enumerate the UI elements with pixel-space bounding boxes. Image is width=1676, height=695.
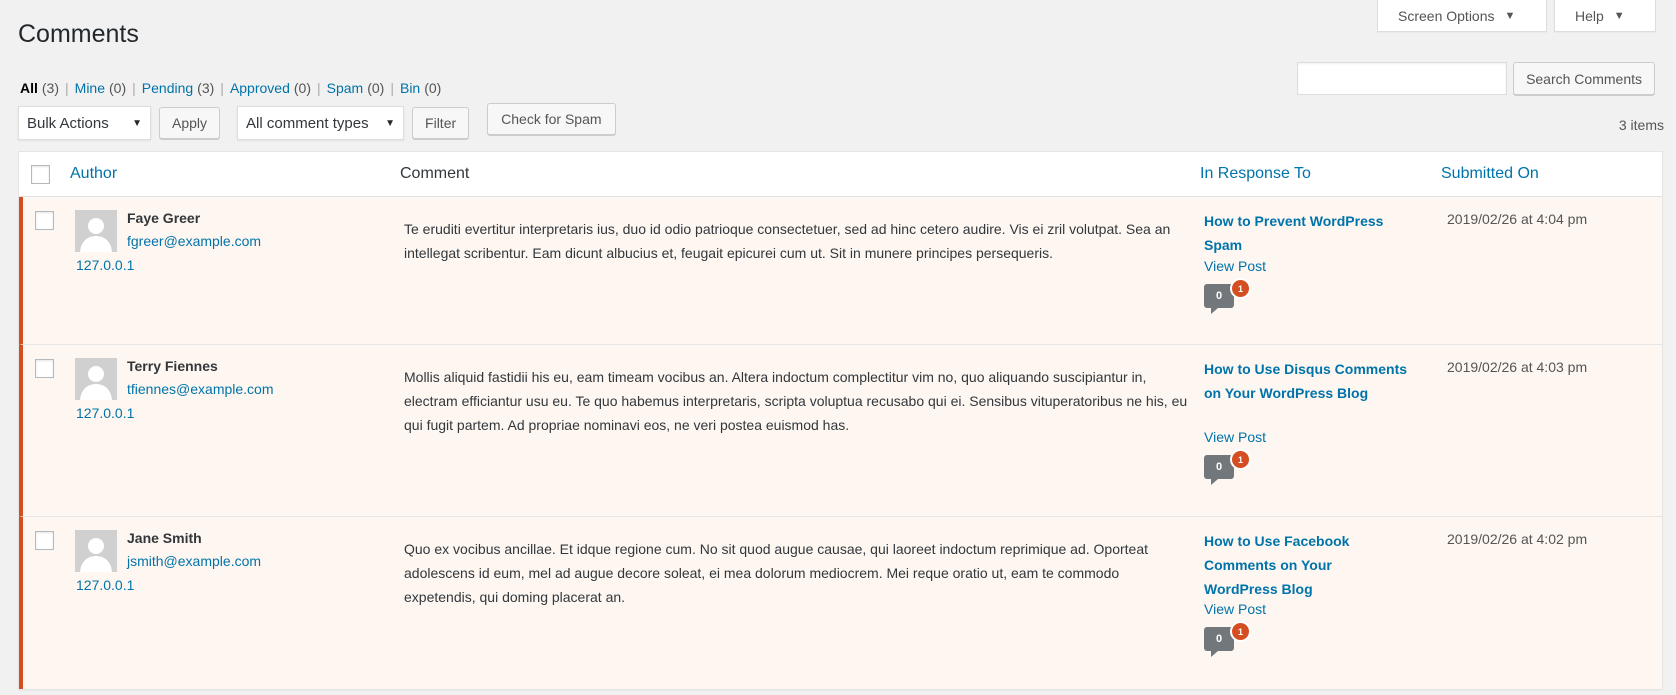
author-ip-link[interactable]: 127.0.0.1 (76, 577, 134, 593)
status-count: (3) (197, 80, 215, 96)
view-post-link[interactable]: View Post (1204, 601, 1266, 617)
view-post-link[interactable]: View Post (1204, 258, 1266, 274)
table-header: Author Comment In Response To Submitted … (19, 152, 1662, 197)
column-submitted-on[interactable]: Submitted On (1441, 165, 1539, 183)
search-box: Search Comments (1297, 62, 1655, 95)
status-count: (0) (293, 80, 311, 96)
status-link-label[interactable]: Mine (75, 80, 105, 96)
author-email-link[interactable]: fgreer@example.com (127, 233, 261, 249)
avatar-placeholder-icon (75, 210, 117, 252)
status-count: (0) (367, 80, 385, 96)
comments-table: Author Comment In Response To Submitted … (18, 151, 1663, 690)
caret-down-icon: ▼ (1613, 9, 1625, 22)
comment-type-select[interactable]: All comment types ▼ (237, 106, 405, 140)
status-filter-links: All (3) | Mine (0) | Pending (3) | Appro… (20, 80, 441, 96)
table-row: Jane Smith jsmith@example.com 127.0.0.1 … (19, 517, 1662, 689)
status-count: (0) (424, 80, 442, 96)
check-for-spam-button[interactable]: Check for Spam (487, 103, 616, 135)
separator: | (65, 80, 69, 96)
dropdown-arrow-icon: ▼ (385, 117, 396, 129)
status-link-label[interactable]: Approved (230, 80, 290, 96)
table-row: Faye Greer fgreer@example.com 127.0.0.1 … (19, 197, 1662, 345)
column-in-response-to[interactable]: In Response To (1200, 165, 1311, 183)
status-link-pending[interactable]: Pending (3) (142, 80, 215, 96)
search-input[interactable] (1297, 62, 1508, 95)
screen-meta-links: Screen Options ▼ Help ▼ (1377, 0, 1656, 32)
help-button[interactable]: Help ▼ (1554, 0, 1656, 32)
bulk-actions-select[interactable]: Bulk Actions ▼ (18, 106, 151, 140)
page-title: Comments (18, 20, 139, 48)
separator: | (390, 80, 394, 96)
submitted-date: 2019/02/26 at 4:02 pm (1447, 531, 1588, 547)
separator: | (132, 80, 136, 96)
view-post-link[interactable]: View Post (1204, 429, 1266, 445)
author-name: Jane Smith (127, 530, 202, 546)
avatar (75, 530, 117, 572)
post-title-link[interactable]: How to Use Disqus Comments on Your WordP… (1204, 357, 1409, 405)
status-link-approved[interactable]: Approved (0) (230, 80, 311, 96)
search-comments-button[interactable]: Search Comments (1513, 62, 1655, 95)
avatar-placeholder-icon (75, 358, 117, 400)
row-checkbox[interactable] (35, 359, 54, 378)
status-link-label[interactable]: Spam (327, 80, 364, 96)
comment-text: Quo ex vocibus ancillae. Et idque region… (404, 541, 1148, 605)
comment-count-bubble[interactable]: 0 1 (1204, 278, 1264, 316)
status-link-label[interactable]: Bin (400, 80, 420, 96)
status-link-mine[interactable]: Mine (0) (75, 80, 126, 96)
author-name: Terry Fiennes (127, 358, 218, 374)
status-count: (0) (109, 80, 127, 96)
post-title-link[interactable]: How to Prevent WordPress Spam (1204, 209, 1409, 257)
items-count: 3 items (1618, 117, 1664, 133)
submitted-date: 2019/02/26 at 4:04 pm (1447, 211, 1588, 227)
author-ip-link[interactable]: 127.0.0.1 (76, 405, 134, 421)
apply-button[interactable]: Apply (159, 107, 221, 139)
comment-text: Mollis aliquid fastidii his eu, eam time… (404, 369, 1188, 433)
comment-count-bubble[interactable]: 0 1 (1204, 621, 1264, 659)
comment-text: Te eruditi evertitur interpretaris ius, … (404, 221, 1171, 261)
row-checkbox[interactable] (35, 211, 54, 230)
status-link-all[interactable]: All (3) (20, 80, 59, 96)
separator: | (317, 80, 321, 96)
table-row: Terry Fiennes tfiennes@example.com 127.0… (19, 345, 1662, 517)
avatar (75, 210, 117, 252)
comment-count-bubble[interactable]: 0 1 (1204, 449, 1264, 487)
avatar-placeholder-icon (75, 530, 117, 572)
column-comment: Comment (400, 165, 470, 182)
comment-type-value: All comment types (246, 114, 369, 132)
status-link-spam[interactable]: Spam (0) (327, 80, 385, 96)
author-email-link[interactable]: jsmith@example.com (127, 553, 261, 569)
author-name: Faye Greer (127, 210, 201, 226)
author-ip-link[interactable]: 127.0.0.1 (76, 257, 134, 273)
separator: | (220, 80, 224, 96)
pending-count-badge: 1 (1230, 621, 1251, 642)
author-email-link[interactable]: tfiennes@example.com (127, 381, 274, 397)
pending-count-badge: 1 (1230, 278, 1251, 299)
bulk-actions-value: Bulk Actions (27, 114, 109, 132)
filter-button[interactable]: Filter (412, 107, 470, 139)
column-author[interactable]: Author (70, 165, 117, 183)
status-link-bin[interactable]: Bin (0) (400, 80, 441, 96)
select-all-checkbox[interactable] (31, 165, 50, 184)
post-title-link[interactable]: How to Use Facebook Comments on Your Wor… (1204, 529, 1409, 601)
dropdown-arrow-icon: ▼ (132, 117, 142, 129)
submitted-date: 2019/02/26 at 4:03 pm (1447, 359, 1588, 375)
status-link-label: All (20, 80, 38, 96)
avatar (75, 358, 117, 400)
status-count: (3) (41, 80, 60, 96)
caret-down-icon: ▼ (1504, 9, 1516, 22)
screen-options-button[interactable]: Screen Options ▼ (1377, 0, 1547, 32)
screen-options-label: Screen Options (1398, 7, 1495, 24)
tablenav-top: Bulk Actions ▼ Apply All comment types ▼… (18, 103, 616, 140)
help-label: Help (1575, 7, 1604, 24)
status-link-label[interactable]: Pending (142, 80, 193, 96)
pending-count-badge: 1 (1230, 449, 1251, 470)
row-checkbox[interactable] (35, 531, 54, 550)
